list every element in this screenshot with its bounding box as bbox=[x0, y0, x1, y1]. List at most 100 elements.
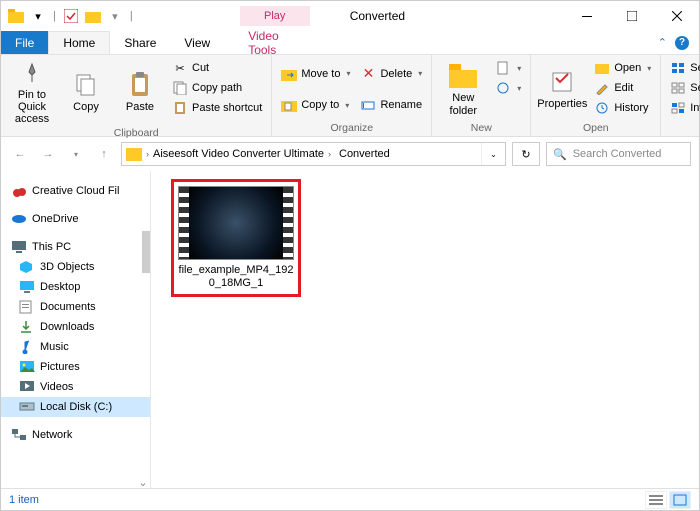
new-item-button[interactable] bbox=[492, 59, 524, 77]
invert-selection-button[interactable]: Invert selection bbox=[667, 99, 700, 117]
cut-button[interactable]: ✂Cut bbox=[169, 59, 265, 77]
nav-scroll-down-icon[interactable]: ⌄ bbox=[136, 475, 150, 489]
thumbnail-image bbox=[189, 187, 283, 259]
file-item[interactable]: file_example_MP4_1920_18MG_1 bbox=[171, 179, 301, 297]
address-dropdown[interactable]: ⌄ bbox=[481, 143, 505, 165]
ribbon-group-select: Select all Select none Invert selection … bbox=[661, 55, 700, 136]
paste-icon bbox=[126, 71, 154, 99]
properties-label: Properties bbox=[537, 98, 587, 110]
tree-network[interactable]: Network bbox=[1, 425, 150, 445]
tree-videos[interactable]: Videos bbox=[1, 377, 150, 397]
music-icon bbox=[19, 340, 35, 354]
pin-quick-access-button[interactable]: Pin to Quick access bbox=[7, 59, 57, 125]
delete-label: Delete bbox=[380, 68, 412, 80]
up-button[interactable]: ↑ bbox=[93, 143, 115, 165]
copy-to-icon bbox=[281, 97, 297, 113]
move-to-button[interactable]: Move to bbox=[278, 65, 353, 83]
tree-creative-cloud[interactable]: Creative Cloud Fil bbox=[1, 181, 150, 201]
tree-downloads[interactable]: Downloads bbox=[1, 317, 150, 337]
ribbon: Pin to Quick access Copy Paste ✂Cut Copy… bbox=[1, 55, 699, 137]
undo-dropdown-icon[interactable]: ▾ bbox=[106, 6, 124, 26]
nav-scrollbar-thumb[interactable] bbox=[142, 231, 150, 273]
this-pc-icon bbox=[11, 240, 27, 254]
film-strip-left bbox=[179, 187, 189, 259]
ribbon-tabs: File Home Share View Video Tools ⌃ ? bbox=[1, 31, 699, 55]
explorer-body: Creative Cloud Fil OneDrive This PC 3D O… bbox=[1, 171, 699, 489]
tab-share[interactable]: Share bbox=[110, 31, 170, 54]
properties-button[interactable]: Properties bbox=[537, 59, 587, 120]
new-folder-button[interactable]: New folder bbox=[438, 59, 488, 120]
details-view-button[interactable] bbox=[645, 491, 667, 509]
search-icon: 🔍 bbox=[553, 148, 567, 161]
delete-button[interactable]: ✕ Delete bbox=[357, 65, 425, 83]
tree-this-pc[interactable]: This PC bbox=[1, 237, 150, 257]
paste-button[interactable]: Paste bbox=[115, 59, 165, 125]
properties-icon[interactable] bbox=[62, 6, 80, 26]
new-item-icon bbox=[495, 60, 511, 76]
breadcrumb-2[interactable]: Converted bbox=[335, 148, 394, 160]
tree-label: Pictures bbox=[40, 361, 80, 373]
history-button[interactable]: History bbox=[591, 99, 654, 117]
rename-button[interactable]: Rename bbox=[357, 96, 425, 114]
large-icons-view-button[interactable] bbox=[669, 491, 691, 509]
titlebar: ▾ | ▾ | Play Converted bbox=[1, 1, 699, 31]
recent-dropdown[interactable]: ▾ bbox=[65, 143, 87, 165]
paste-shortcut-button[interactable]: Paste shortcut bbox=[169, 99, 265, 117]
move-to-icon bbox=[281, 66, 297, 82]
open-label: Open bbox=[614, 62, 641, 74]
copy-button[interactable]: Copy bbox=[61, 59, 111, 125]
refresh-button[interactable]: ↻ bbox=[512, 142, 540, 166]
creative-cloud-icon bbox=[11, 184, 27, 198]
move-to-label: Move to bbox=[301, 68, 340, 80]
qat-divider: | bbox=[51, 10, 58, 22]
film-strip-right bbox=[283, 187, 293, 259]
navigation-bar: ← → ▾ ↑ › Aiseesoft Video Converter Ulti… bbox=[1, 137, 699, 171]
tree-label: Music bbox=[40, 341, 69, 353]
file-name-label: file_example_MP4_1920_18MG_1 bbox=[178, 264, 294, 290]
open-button[interactable]: Open bbox=[591, 59, 654, 77]
pin-icon bbox=[18, 59, 46, 87]
copy-path-button[interactable]: Copy path bbox=[169, 79, 265, 97]
close-button[interactable] bbox=[654, 1, 699, 31]
select-all-button[interactable]: Select all bbox=[667, 59, 700, 77]
cut-label: Cut bbox=[192, 62, 209, 74]
maximize-button[interactable] bbox=[609, 1, 654, 31]
tree-pictures[interactable]: Pictures bbox=[1, 357, 150, 377]
easy-access-button[interactable] bbox=[492, 79, 524, 97]
tab-file[interactable]: File bbox=[1, 31, 48, 54]
window-controls bbox=[564, 1, 699, 31]
tab-video-tools[interactable]: Video Tools bbox=[234, 31, 304, 54]
pictures-icon bbox=[19, 360, 35, 374]
search-box[interactable]: 🔍 Search Converted bbox=[546, 142, 691, 166]
file-content-area[interactable]: file_example_MP4_1920_18MG_1 bbox=[151, 171, 699, 489]
help-icon[interactable]: ? bbox=[675, 36, 689, 50]
edit-button[interactable]: Edit bbox=[591, 79, 654, 97]
select-none-button[interactable]: Select none bbox=[667, 79, 700, 97]
copy-to-button[interactable]: Copy to bbox=[278, 96, 353, 114]
tab-view[interactable]: View bbox=[170, 31, 224, 54]
copy-label: Copy bbox=[73, 101, 99, 113]
tree-music[interactable]: Music bbox=[1, 337, 150, 357]
tree-onedrive[interactable]: OneDrive bbox=[1, 209, 150, 229]
search-placeholder: Search Converted bbox=[573, 148, 662, 160]
tree-label: Downloads bbox=[40, 321, 94, 333]
address-bar[interactable]: › Aiseesoft Video Converter Ultimate› Co… bbox=[121, 142, 506, 166]
tabs-right: ⌃ ? bbox=[658, 31, 699, 54]
ribbon-expand-icon[interactable]: ⌃ bbox=[658, 36, 667, 49]
back-button[interactable]: ← bbox=[9, 143, 31, 165]
forward-button[interactable]: → bbox=[37, 143, 59, 165]
desktop-icon bbox=[19, 280, 35, 294]
history-label: History bbox=[614, 102, 648, 114]
delete-icon: ✕ bbox=[360, 66, 376, 82]
tree-desktop[interactable]: Desktop bbox=[1, 277, 150, 297]
folder-small-icon[interactable] bbox=[84, 6, 102, 26]
minimize-button[interactable] bbox=[564, 1, 609, 31]
tree-local-disk[interactable]: Local Disk (C:) bbox=[1, 397, 150, 417]
tree-3d-objects[interactable]: 3D Objects bbox=[1, 257, 150, 277]
properties-icon bbox=[548, 68, 576, 96]
folder-icon bbox=[7, 6, 25, 26]
chevron-down-icon[interactable]: ▾ bbox=[29, 6, 47, 26]
tab-home[interactable]: Home bbox=[48, 31, 110, 54]
breadcrumb-1[interactable]: Aiseesoft Video Converter Ultimate› bbox=[149, 148, 335, 160]
tree-documents[interactable]: Documents bbox=[1, 297, 150, 317]
